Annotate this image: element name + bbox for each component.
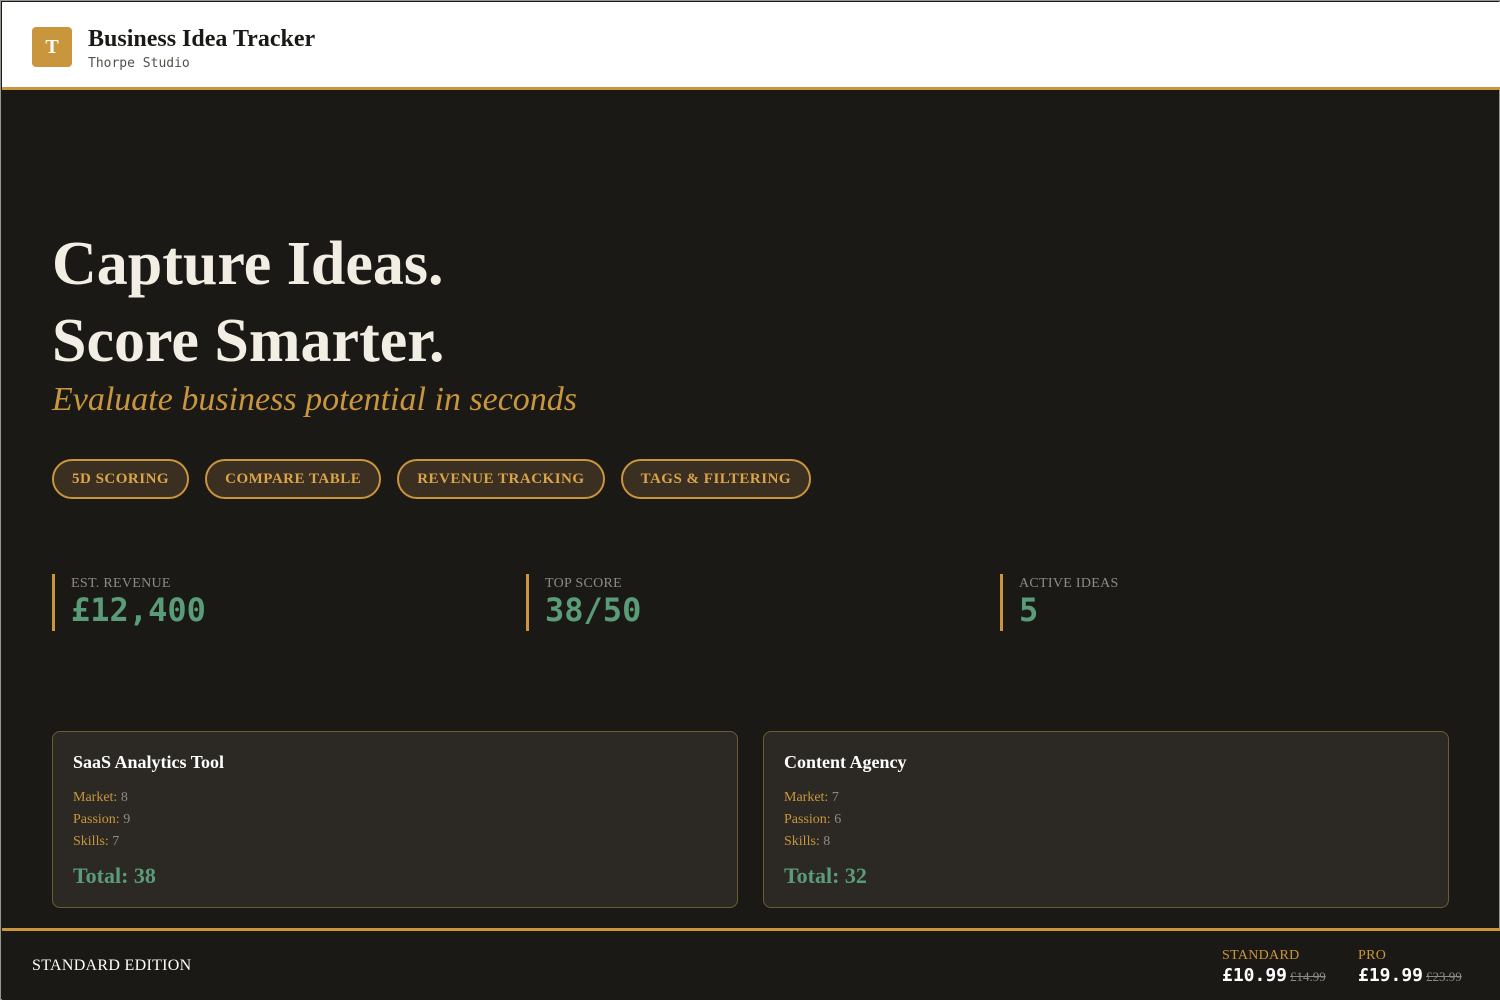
stat-label: EST. REVENUE: [71, 576, 171, 591]
metric-label: Skills:: [784, 834, 820, 849]
metric-label: Passion:: [73, 812, 120, 827]
metric-market: Market: 7: [784, 787, 1428, 809]
stat-label: ACTIVE IDEAS: [1019, 576, 1119, 591]
metric-passion: Passion: 9: [73, 809, 717, 831]
studio-name: Thorpe Studio: [88, 56, 190, 71]
stat-value: 5: [1019, 591, 1039, 629]
feature-pill-compare-table[interactable]: COMPARE TABLE: [205, 459, 382, 499]
pricing-footer: STANDARD EDITION STANDARD £10.99 £14.99 P…: [2, 928, 1500, 1000]
feature-pill-revenue-tracking[interactable]: REVENUE TRACKING: [397, 459, 605, 499]
metric-passion: Passion: 6: [784, 809, 1428, 831]
metric-label: Market:: [784, 790, 829, 805]
metric-label: Market:: [73, 790, 118, 805]
metric-label: Passion:: [784, 812, 831, 827]
metric-value: 8: [120, 790, 128, 805]
idea-card-title: Content Agency: [784, 752, 907, 772]
plan-price: £10.99: [1222, 965, 1288, 986]
plan-label: PRO: [1358, 948, 1387, 963]
metric-skills: Skills: 8: [784, 831, 1428, 853]
plan-label: STANDARD: [1222, 948, 1300, 963]
stat-est-revenue: EST. REVENUE £12,400: [52, 574, 206, 631]
idea-total-score: Total: 38: [73, 863, 156, 888]
hero-headline-line-1: Capture Ideas.: [52, 230, 444, 298]
metric-value: 7: [831, 790, 839, 805]
metric-label: Skills:: [73, 834, 109, 849]
plan-original-price: £23.99: [1426, 969, 1462, 984]
stat-value: £12,400: [71, 591, 206, 629]
edition-label: STANDARD EDITION: [32, 957, 192, 974]
stat-top-score: TOP SCORE 38/50: [526, 574, 641, 631]
metric-value: 9: [123, 812, 131, 827]
app-logo: T: [32, 27, 72, 67]
plan-standard[interactable]: STANDARD £10.99 £14.99: [1222, 948, 1326, 986]
metric-skills: Skills: 7: [73, 831, 717, 853]
plan-original-price: £14.99: [1290, 969, 1326, 984]
stat-active-ideas: ACTIVE IDEAS 5: [1000, 574, 1119, 631]
stat-label: TOP SCORE: [545, 576, 622, 591]
idea-card-title: SaaS Analytics Tool: [73, 752, 225, 772]
metric-value: 8: [823, 834, 831, 849]
metric-value: 7: [112, 834, 120, 849]
idea-card-saas-analytics-tool[interactable]: SaaS Analytics Tool Market: 8 Passion: 9…: [52, 731, 738, 908]
stat-value: 38/50: [545, 591, 642, 629]
plan-pro[interactable]: PRO £19.99 £23.99: [1358, 948, 1462, 986]
hero-tagline: Evaluate business potential in seconds: [52, 381, 578, 418]
feature-pills: 5D SCORING COMPARE TABLE REVENUE TRACKIN…: [52, 459, 812, 499]
metric-value: 6: [834, 812, 842, 827]
idea-card-content-agency[interactable]: Content Agency Market: 7 Passion: 6 Skil…: [763, 731, 1449, 908]
app-title: Business Idea Tracker: [88, 26, 316, 52]
plan-price: £19.99: [1358, 965, 1424, 986]
feature-pill-tags-filtering[interactable]: TAGS & FILTERING: [620, 459, 812, 499]
metric-market: Market: 8: [73, 787, 717, 809]
hero-headline-line-2: Score Smarter.: [52, 307, 445, 375]
feature-pill-5d-scoring[interactable]: 5D SCORING: [52, 459, 190, 499]
app-header: T Business Idea Tracker Thorpe Studio: [2, 2, 1500, 90]
app-frame: T Business Idea Tracker Thorpe Studio Ca…: [0, 0, 1500, 1000]
idea-total-score: Total: 32: [784, 863, 867, 888]
